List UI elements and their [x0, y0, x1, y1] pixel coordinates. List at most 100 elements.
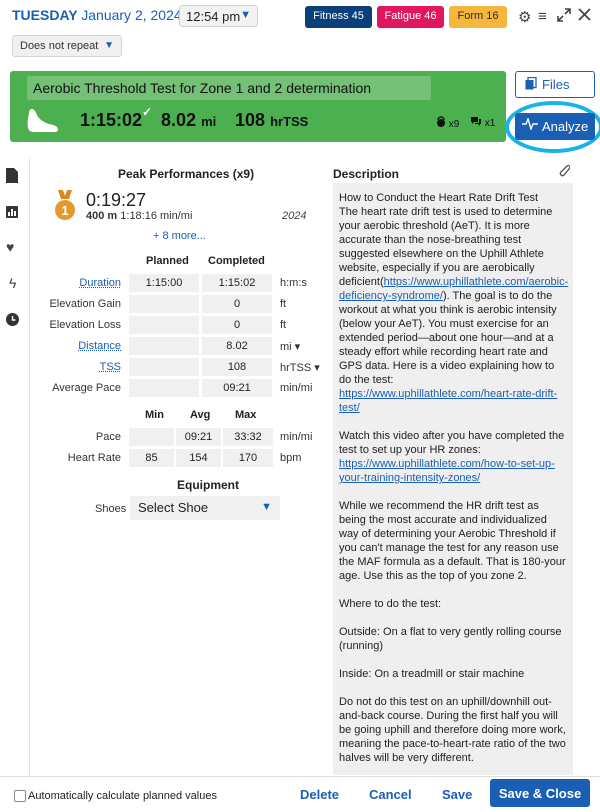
- workout-summary-card: Aerobic Threshold Test for Zone 1 and 2 …: [10, 71, 506, 142]
- comments-count-value: x1: [485, 118, 496, 129]
- duration-completed-field[interactable]: 1:15:02: [202, 274, 272, 292]
- min-header: Min: [145, 409, 164, 421]
- description-textarea[interactable]: How to Conduct the Heart Rate Drift Test…: [333, 183, 573, 775]
- chevron-down-icon: ▼: [104, 40, 114, 51]
- chevron-down-icon: ▼: [261, 501, 272, 513]
- distance-completed-field[interactable]: 8.02: [202, 337, 272, 355]
- shoe-select-value: Select Shoe: [138, 500, 208, 515]
- bar-chart-icon[interactable]: [6, 205, 18, 221]
- duration-planned-field[interactable]: 1:15:00: [129, 274, 199, 292]
- average-pace-label: Average Pace: [1, 382, 121, 394]
- max-header: Max: [235, 409, 256, 421]
- equipment-title: Equipment: [177, 478, 239, 492]
- menu-icon[interactable]: ≡: [538, 8, 547, 25]
- peak-year: 2024: [282, 210, 306, 222]
- chevron-down-icon: ▼: [240, 9, 251, 21]
- auto-calc-checkbox[interactable]: [14, 790, 26, 802]
- planned-header: Planned: [146, 255, 189, 267]
- description-link-2[interactable]: https://www.uphillathlete.com/heart-rate…: [339, 388, 557, 414]
- delete-button[interactable]: Delete: [300, 787, 339, 802]
- date-label: January 2, 2024: [81, 7, 181, 23]
- workout-date[interactable]: TUESDAY January 2, 2024: [12, 7, 182, 23]
- tss-completed-field[interactable]: 108: [202, 358, 272, 376]
- heart-rate-label: Heart Rate: [1, 452, 121, 464]
- document-icon[interactable]: [6, 168, 18, 186]
- peak-distance: 400 m: [86, 210, 117, 222]
- heart-rate-avg-field[interactable]: 154: [176, 449, 221, 467]
- equipment-count-value: x9: [449, 119, 460, 130]
- duration-stat: 1:15:02: [80, 110, 142, 131]
- average-pace-unit: min/mi: [280, 382, 312, 394]
- auto-calc-label[interactable]: Automatically calculate planned values: [28, 790, 217, 802]
- pace-max-field[interactable]: 33:32: [223, 428, 273, 446]
- pace-min-field[interactable]: [129, 428, 174, 446]
- duration-unit: h:m:s: [280, 277, 307, 289]
- fitness-badge[interactable]: Fitness 45: [305, 6, 372, 28]
- average-pace-completed-field[interactable]: 09:21: [202, 379, 272, 397]
- distance-stat: 8.02 mi: [161, 110, 216, 131]
- pace-label: Pace: [1, 431, 121, 443]
- elevation-gain-planned-field[interactable]: [129, 295, 199, 313]
- tss-label[interactable]: TSS: [1, 361, 121, 373]
- completed-check-icon: ✓: [142, 105, 152, 119]
- heart-rate-max-field[interactable]: 170: [223, 449, 273, 467]
- elevation-loss-label: Elevation Loss: [1, 319, 121, 331]
- elevation-loss-unit: ft: [280, 319, 286, 331]
- heart-icon[interactable]: ♥: [6, 239, 14, 255]
- save-button[interactable]: Save: [442, 787, 472, 802]
- close-icon[interactable]: [578, 8, 591, 25]
- expand-icon[interactable]: [557, 8, 571, 26]
- gear-icon[interactable]: ⚙: [518, 8, 531, 26]
- tss-planned-field[interactable]: [129, 358, 199, 376]
- comments-count[interactable]: x1: [470, 116, 495, 129]
- description-text-3: Watch this video after you have complete…: [339, 430, 567, 456]
- form-badge[interactable]: Form 16: [449, 6, 507, 28]
- cancel-button[interactable]: Cancel: [369, 787, 412, 802]
- shoes-label: Shoes: [95, 503, 126, 515]
- analyze-button[interactable]: Analyze: [515, 113, 595, 140]
- day-label: TUESDAY: [12, 7, 77, 23]
- distance-label[interactable]: Distance: [1, 340, 121, 352]
- duration-label[interactable]: Duration: [1, 277, 121, 289]
- equipment-count[interactable]: x9: [436, 116, 459, 130]
- time-value: 12:54 pm: [186, 9, 240, 24]
- tss-stat: 108 hrTSS: [235, 110, 308, 131]
- workout-title-input[interactable]: Aerobic Threshold Test for Zone 1 and 2 …: [27, 76, 431, 100]
- more-peaks-link[interactable]: + 8 more...: [153, 230, 206, 242]
- paperclip-icon[interactable]: [556, 162, 570, 182]
- description-text-4: While we recommend the HR drift test as …: [339, 500, 569, 775]
- pace-avg-field[interactable]: 09:21: [176, 428, 221, 446]
- peak-time: 0:19:27: [86, 190, 146, 211]
- description-text-1: How to Conduct the Heart Rate Drift Test…: [339, 192, 555, 288]
- distance-unit: mi: [201, 114, 216, 129]
- average-pace-planned-field[interactable]: [129, 379, 199, 397]
- pulse-icon: [522, 118, 538, 133]
- repeat-value: Does not repeat: [20, 40, 98, 52]
- heart-rate-unit: bpm: [280, 452, 301, 464]
- repeat-select[interactable]: Does not repeat ▼: [12, 35, 122, 57]
- files-label: Files: [542, 77, 569, 92]
- heart-rate-min-field[interactable]: 85: [129, 449, 174, 467]
- peak-detail: 400 m 1:18:16 min/mi: [86, 210, 192, 222]
- files-button[interactable]: Files: [515, 71, 595, 98]
- distance-planned-field[interactable]: [129, 337, 199, 355]
- kettlebell-icon: [436, 116, 446, 127]
- shoe-select[interactable]: Select Shoe ▼: [130, 496, 280, 520]
- distance-unit-select[interactable]: mi ▾: [280, 340, 300, 353]
- comments-icon: [470, 116, 482, 126]
- elevation-loss-planned-field[interactable]: [129, 316, 199, 334]
- side-tab-rail: ♥ ϟ: [0, 158, 30, 778]
- save-and-close-button[interactable]: Save & Close: [490, 779, 590, 807]
- tss-unit-select[interactable]: hrTSS ▾: [280, 361, 320, 374]
- elevation-gain-completed-field[interactable]: 0: [202, 295, 272, 313]
- description-text-2: ). The goal is to do the workout at what…: [339, 290, 560, 386]
- fatigue-badge[interactable]: Fatigue 46: [377, 6, 444, 28]
- time-select[interactable]: 12:54 pm ▼: [179, 5, 258, 27]
- tss-unit: hrTSS: [270, 114, 308, 129]
- elevation-loss-completed-field[interactable]: 0: [202, 316, 272, 334]
- avg-header: Avg: [190, 409, 210, 421]
- pace-unit: min/mi: [280, 431, 312, 443]
- description-link-3[interactable]: https://www.uphillathlete.com/how-to-set…: [339, 458, 555, 484]
- analyze-label: Analyze: [542, 119, 588, 134]
- description-title: Description: [333, 167, 399, 181]
